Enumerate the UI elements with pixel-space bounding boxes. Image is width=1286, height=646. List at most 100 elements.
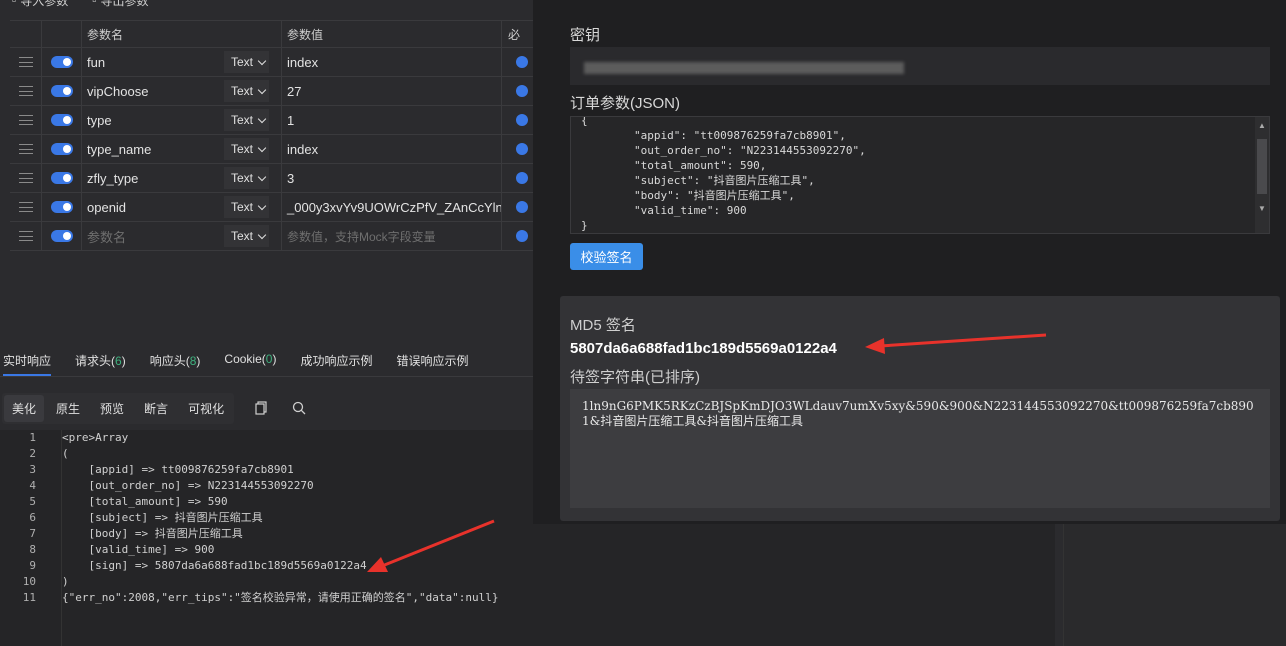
response-tab[interactable]: 实时响应 (3, 352, 52, 376)
param-name[interactable]: zfly_type (82, 164, 224, 192)
json-scrollbar[interactable]: ▲ ▼ (1255, 117, 1269, 233)
param-type-select[interactable]: Text (224, 77, 282, 105)
code-text: ( (62, 447, 69, 460)
export-label: 导出参数 (100, 0, 149, 8)
drag-handle-icon (18, 115, 33, 125)
drag-handle[interactable] (10, 77, 42, 105)
drag-handle[interactable] (10, 48, 42, 76)
code-line: 7 [body] => 抖音图片压缩工具 (0, 526, 1055, 542)
param-name[interactable]: fun (82, 48, 224, 76)
param-value[interactable]: _000y3xvYv9UOWrCzPfV_ZAnCcYln (282, 193, 502, 221)
drag-handle[interactable] (10, 222, 42, 250)
param-enable-toggle[interactable] (42, 106, 82, 134)
params-toolbar: ▫ 导入参数 ▫ 导出参数 (12, 0, 149, 8)
drag-handle-icon (18, 173, 33, 183)
copy-icon[interactable] (254, 401, 268, 415)
toggle-icon (50, 114, 73, 126)
drag-handle[interactable] (10, 193, 42, 221)
view-mode-tabs: 美化 原生 预览 断言 可视化 (2, 392, 306, 424)
param-enable-toggle[interactable] (42, 164, 82, 192)
drag-handle[interactable] (10, 164, 42, 192)
response-tab-label: 实时响应 (3, 354, 52, 368)
code-text: <pre>Array (62, 431, 129, 444)
export-icon: ▫ (92, 0, 97, 7)
view-tab[interactable]: 断言 (136, 395, 176, 422)
param-type-select[interactable]: Text (224, 193, 282, 221)
param-row[interactable]: openid Text _000y3xvYv9UOWrCzPfV_ZAnCcYl… (10, 193, 540, 222)
required-toggle-icon (516, 114, 528, 126)
code-line: 9 [sign] => 5807da6a688fad1bc189d5569a01… (0, 558, 1055, 574)
header-type-col (224, 21, 282, 47)
search-icon[interactable] (292, 401, 306, 415)
param-value[interactable]: 1 (282, 106, 502, 134)
type-select-box: Text (224, 225, 270, 247)
pending-string-label: 待签字符串(已排序) (570, 369, 700, 386)
toggle-icon (50, 56, 73, 68)
param-name-input[interactable]: 参数名 (82, 222, 224, 250)
param-type-select[interactable]: Text (224, 222, 282, 250)
param-type-select[interactable]: Text (224, 164, 282, 192)
param-value[interactable]: 3 (282, 164, 502, 192)
secret-input[interactable] (570, 47, 1270, 85)
param-row[interactable]: type_name Text index (10, 135, 540, 164)
param-value[interactable]: 27 (282, 77, 502, 105)
response-tab[interactable]: 成功响应示例 (300, 352, 372, 376)
export-params-button[interactable]: ▫ 导出参数 (92, 0, 148, 8)
import-icon: ▫ (12, 0, 17, 7)
line-number: 8 (29, 543, 36, 556)
pending-string-textarea[interactable]: 1ln9nG6PMK5RKzCzBJSpKmDJO3WLdauv7umXv5xy… (570, 389, 1270, 508)
app-window: ▫ 导入参数 ▫ 导出参数 参数名 参数值 必 fun Text index vip… (0, 0, 1286, 646)
scroll-thumb[interactable] (1257, 139, 1267, 194)
param-row[interactable]: vipChoose Text 27 (10, 77, 540, 106)
order-json-textarea[interactable]: { "appid": "tt009876259fa7cb8901", "out_… (570, 116, 1270, 234)
type-select-box: Text (224, 138, 270, 160)
import-params-button[interactable]: ▫ 导入参数 (12, 0, 68, 8)
required-toggle-icon (516, 172, 528, 184)
param-value-input[interactable]: 参数值，支持Mock字段变量 (282, 222, 502, 250)
drag-handle[interactable] (10, 106, 42, 134)
scroll-down-icon[interactable]: ▼ (1258, 204, 1266, 213)
response-tab[interactable]: 响应头(8) (150, 352, 201, 376)
param-row[interactable]: type Text 1 (10, 106, 540, 135)
type-select-box: Text (224, 51, 270, 73)
param-name[interactable]: type (82, 106, 224, 134)
param-enable-toggle[interactable] (42, 77, 82, 105)
scroll-up-icon[interactable]: ▲ (1258, 121, 1266, 130)
param-enable-toggle[interactable] (42, 135, 82, 163)
response-tab[interactable]: 请求头(6) (75, 352, 126, 376)
param-enable-toggle[interactable] (42, 193, 82, 221)
params-body: fun Text index vipChoose Text 27 type Te… (10, 48, 540, 222)
param-type-select[interactable]: Text (224, 106, 282, 134)
md5-value: 5807da6a688fad1bc189d5569a0122a4 (570, 340, 837, 357)
view-tab[interactable]: 美化 (4, 394, 45, 422)
type-select-box: Text (224, 167, 270, 189)
required-toggle-icon (516, 85, 528, 97)
param-value[interactable]: index (282, 135, 502, 163)
param-enable-toggle[interactable] (42, 222, 82, 250)
response-tab[interactable]: Cookie(0) (224, 352, 276, 376)
header-drag-col (10, 21, 42, 47)
code-text: [sign] => 5807da6a688fad1bc189d5569a0122… (62, 559, 367, 572)
param-row[interactable]: zfly_type Text 3 (10, 164, 540, 193)
param-type-select[interactable]: Text (224, 48, 282, 76)
param-name[interactable]: vipChoose (82, 77, 224, 105)
code-line: 11 {"err_no":2008,"err_tips":"签名校验异常，请使用正… (0, 590, 1055, 606)
param-row[interactable]: fun Text index (10, 48, 540, 77)
view-tab[interactable]: 预览 (92, 395, 132, 422)
param-value[interactable]: index (282, 48, 502, 76)
line-number: 4 (29, 479, 36, 492)
response-tab-label: 响应头 (149, 354, 186, 368)
view-tab[interactable]: 原生 (48, 395, 88, 422)
param-new-row[interactable]: 参数名 Text 参数值，支持Mock字段变量 (10, 222, 540, 251)
param-name[interactable]: openid (82, 193, 224, 221)
line-number: 10 (22, 575, 36, 588)
param-enable-toggle[interactable] (42, 48, 82, 76)
view-tab[interactable]: 可视化 (180, 395, 232, 422)
response-tab[interactable]: 错误响应示例 (396, 352, 468, 376)
line-number: 5 (29, 495, 36, 508)
params-table: 参数名 参数值 必 fun Text index vipChoose Text … (10, 20, 540, 251)
verify-signature-button[interactable]: 校验签名 (570, 243, 643, 270)
drag-handle[interactable] (10, 135, 42, 163)
param-name[interactable]: type_name (82, 135, 224, 163)
param-type-select[interactable]: Text (224, 135, 282, 163)
